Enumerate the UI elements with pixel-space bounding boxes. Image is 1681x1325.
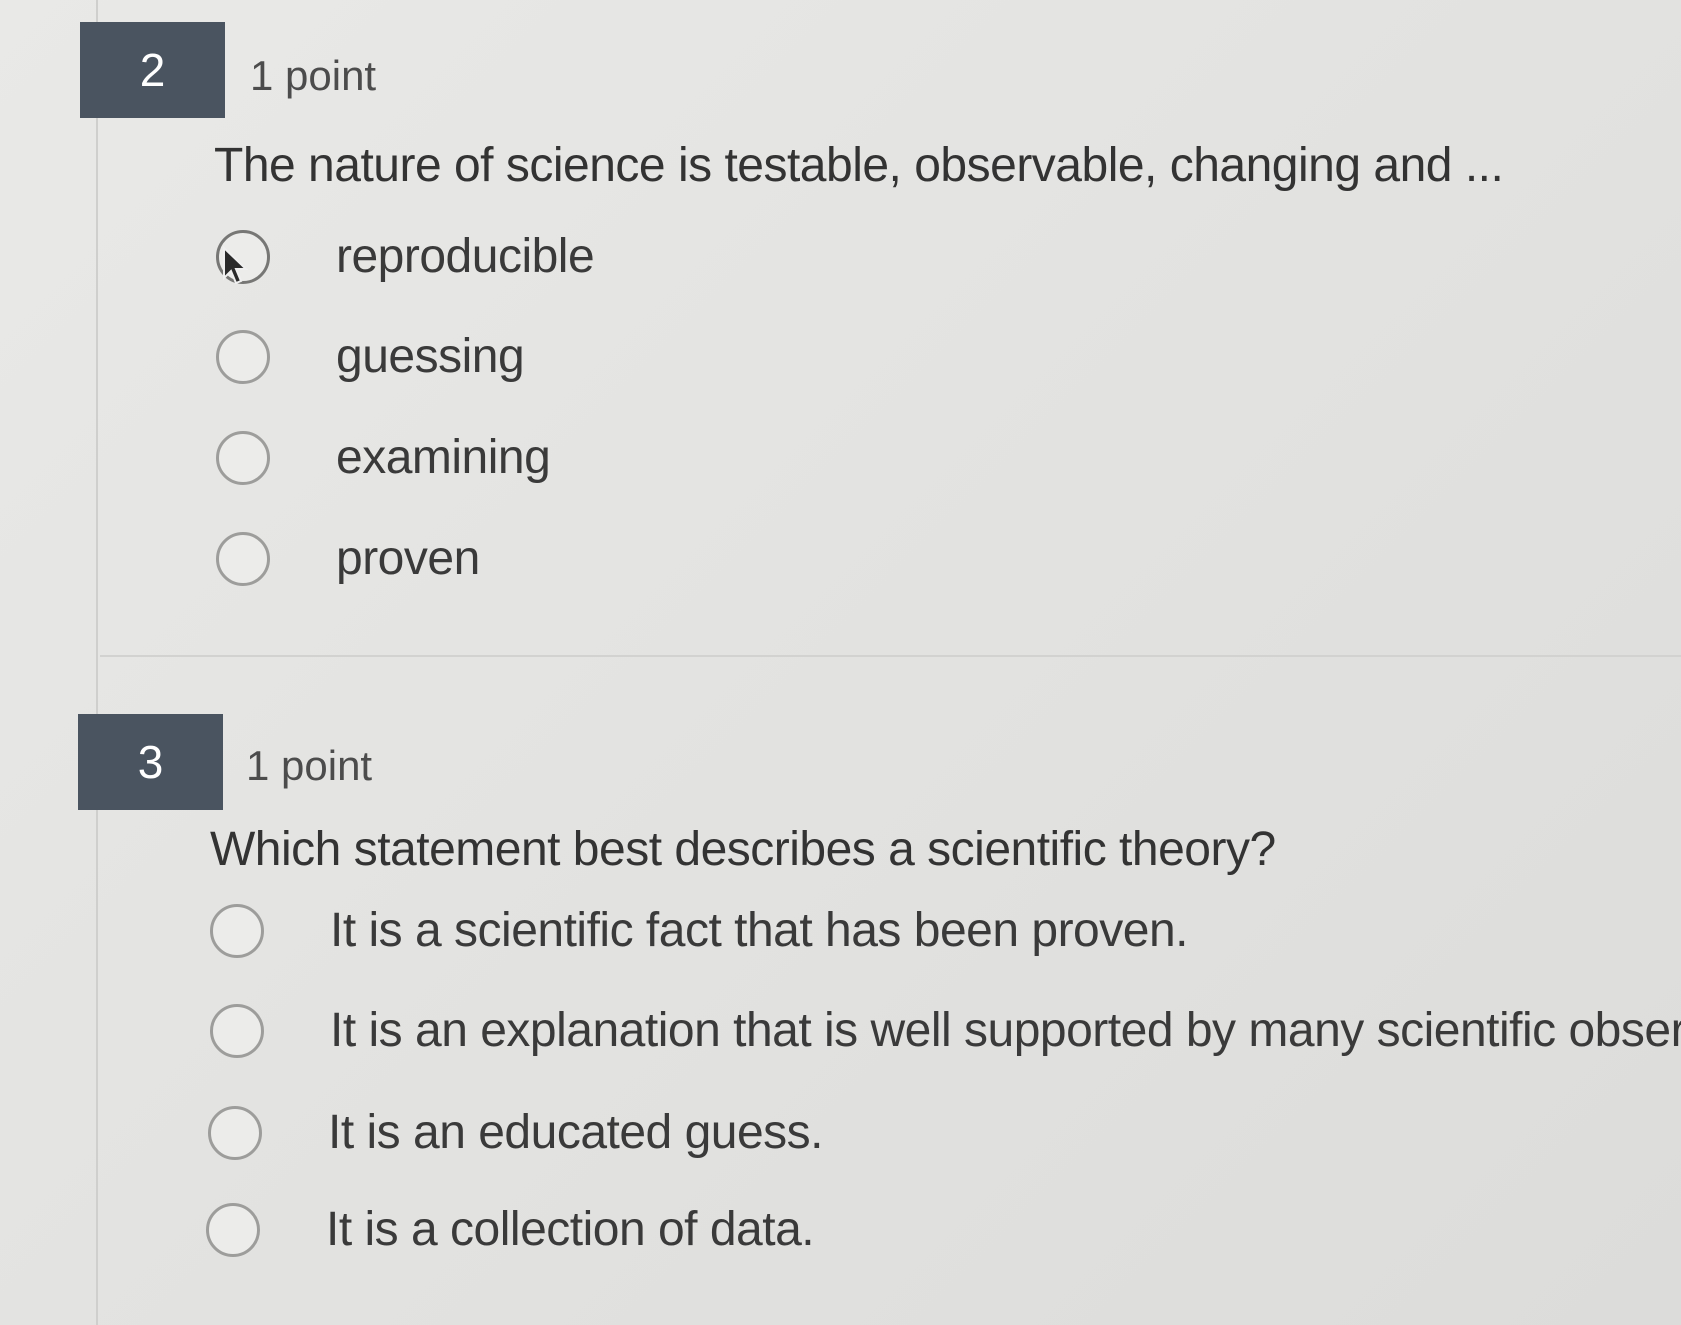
answer-option-label: guessing	[336, 330, 525, 383]
answer-option-educated-guess[interactable]: It is an educated guess.	[208, 1098, 1608, 1168]
answer-option-label: examining	[336, 431, 551, 484]
answer-option-proven[interactable]: proven	[216, 524, 816, 594]
question-number-badge: 3	[78, 714, 223, 810]
question-points: 1 point	[246, 742, 373, 789]
answer-option-collection-of-data[interactable]: It is a collection of data.	[206, 1195, 1606, 1265]
question-prompt: Which statement best describes a scienti…	[210, 823, 1276, 876]
answer-option-well-supported-explanation[interactable]: It is an explanation that is well suppor…	[210, 996, 1681, 1066]
radio-button-icon[interactable]	[206, 1203, 260, 1257]
mouse-pointer-icon	[223, 246, 249, 285]
answer-option-label: It is an educated guess.	[328, 1106, 824, 1159]
question-prompt: The nature of science is testable, obser…	[214, 139, 1504, 192]
radio-button-icon[interactable]	[210, 1004, 264, 1058]
radio-button-icon[interactable]	[216, 330, 270, 384]
radio-button-icon[interactable]	[216, 532, 270, 586]
answer-option-reproducible[interactable]: reproducible	[216, 222, 816, 292]
question-points: 1 point	[250, 52, 377, 99]
radio-button-icon[interactable]	[216, 431, 270, 485]
answer-option-scientific-fact[interactable]: It is a scientific fact that has been pr…	[210, 896, 1610, 966]
radio-button-icon[interactable]	[210, 904, 264, 958]
answer-option-label: proven	[336, 532, 480, 585]
question-divider	[100, 655, 1681, 657]
radio-button-icon[interactable]	[208, 1106, 262, 1160]
quiz-page: 2 1 point The nature of science is testa…	[0, 0, 1681, 1325]
question-number-badge: 2	[80, 22, 225, 118]
answer-option-label: It is a collection of data.	[326, 1203, 815, 1256]
answer-option-label: It is a scientific fact that has been pr…	[330, 904, 1188, 957]
answer-option-guessing[interactable]: guessing	[216, 322, 816, 392]
page-left-border	[96, 0, 98, 1325]
answer-option-label: reproducible	[336, 230, 595, 283]
answer-option-examining[interactable]: examining	[216, 423, 816, 493]
answer-option-label: It is an explanation that is well suppor…	[330, 1004, 1681, 1057]
